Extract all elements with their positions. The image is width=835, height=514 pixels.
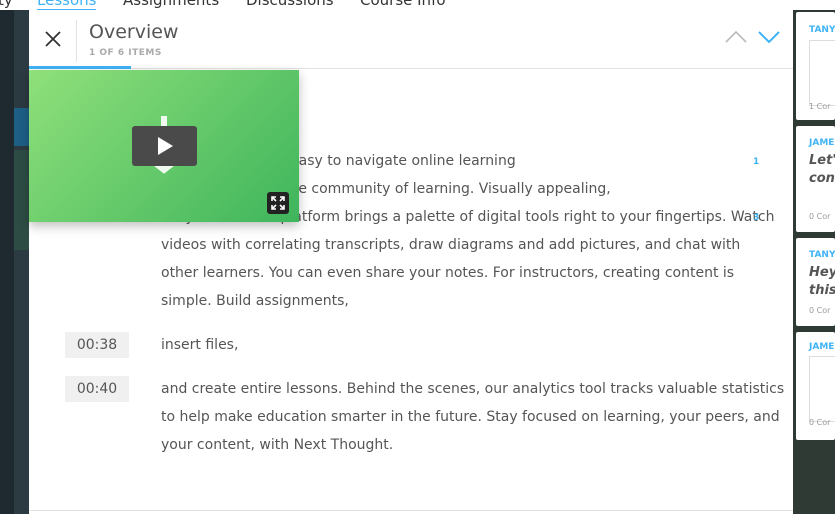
note-author: JAMES [809,342,835,352]
transcript-line[interactable]: other learners. You can even share your … [161,259,734,287]
transcript-line[interactable]: videos with correlating transcripts, dra… [161,231,740,259]
play-icon [157,137,173,155]
header-divider [76,20,77,62]
note-comment-count: 1 Cor [809,102,831,111]
note-card[interactable]: TANY Hey this 0 Cor [796,238,835,326]
transcript-line[interactable]: simple. Build assignments, [161,287,349,315]
note-text: Hey this [809,265,835,298]
modal-bottom-border [29,510,793,511]
next-item-button[interactable] [757,28,781,46]
note-card[interactable]: JAMES Let's conc 0 Cor [796,126,835,232]
transcript-line[interactable]: to help make education smarter in the fu… [161,403,780,431]
note-comment-count: 0 Cor [809,212,831,221]
timestamp[interactable]: 00:40 [65,376,129,402]
note-count-badge[interactable]: 3 [753,213,759,223]
nav-item-course-info[interactable]: Course Info [360,0,446,9]
nav-item-prev[interactable]: ty [0,0,13,9]
nav-item-assignments[interactable]: Assignments [123,0,219,9]
note-comment-count: 0 Cor [809,418,831,427]
note-author: JAMES [809,138,835,148]
note-author: TANY [809,25,835,35]
transcript-line[interactable]: insert files, [161,331,238,359]
note-preview [809,356,835,422]
previous-item-button[interactable] [725,28,747,46]
note-author: TANY [809,250,835,260]
note-preview [809,40,835,106]
chevron-up-icon [725,30,747,43]
close-icon [45,30,61,47]
active-underline [29,66,131,69]
media-viewer-modal: Overview 1 OF 6 ITEMS es a one of a kind… [29,10,793,514]
modal-header: Overview 1 OF 6 ITEMS [29,10,793,69]
modal-subtitle: 1 OF 6 ITEMS [89,48,162,58]
close-button[interactable] [29,10,77,67]
background-panel [14,0,30,514]
top-nav: ty Lessons Assignments Discussions Cours… [0,0,835,11]
note-text: Let's conc [809,153,835,186]
timestamp[interactable]: 00:38 [65,332,129,358]
fullscreen-icon [271,196,285,210]
background-thumbnail [14,150,30,250]
chevron-down-icon [758,31,780,44]
note-count-badge[interactable]: 1 [753,157,759,167]
background-page-left [0,0,30,514]
video-player[interactable] [29,70,299,222]
transcript-line[interactable]: and create entire lessons. Behind the sc… [161,375,784,403]
note-comment-count: 0 Cor [809,306,831,315]
play-button[interactable] [132,126,197,166]
transcript-line[interactable]: your content, with Next Thought. [161,431,393,459]
note-card[interactable]: JAMES 0 Cor [796,332,835,440]
note-card[interactable]: TANY 1 Cor [796,12,835,120]
background-highlight [14,108,30,146]
modal-title: Overview [89,21,179,43]
nav-item-discussions[interactable]: Discussions [246,0,334,9]
fullscreen-button[interactable] [267,192,289,214]
